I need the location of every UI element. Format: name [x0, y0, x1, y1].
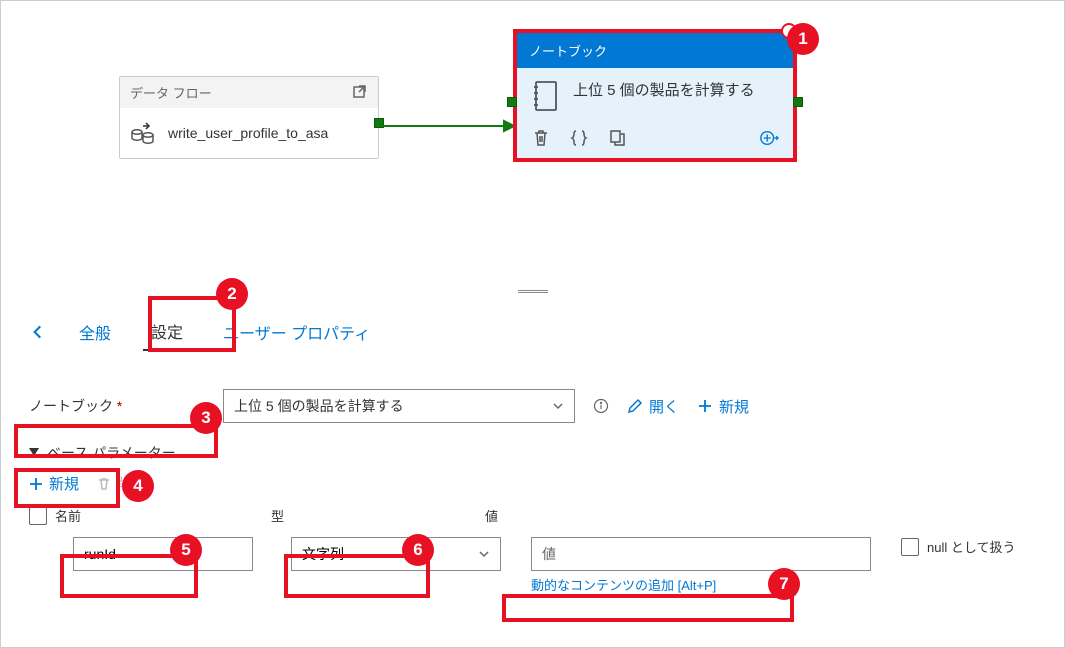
- parameter-toolbar: 新規 削除: [29, 473, 1036, 494]
- callout-badge-4: 4: [122, 470, 154, 502]
- notebook-select[interactable]: 上位 5 個の製品を計算する: [223, 389, 575, 423]
- notebook-select-value: 上位 5 個の製品を計算する: [234, 396, 404, 416]
- callout-badge-3: 3: [190, 402, 222, 434]
- notebook-type-label: ノートブック: [529, 41, 607, 60]
- callout-badge-7: 7: [768, 568, 800, 600]
- panel-resize-grip[interactable]: [518, 289, 548, 295]
- connector-line: [379, 111, 519, 141]
- add-activity-icon[interactable]: [759, 128, 779, 148]
- notebook-activity-name: 上位 5 個の製品を計算する: [573, 80, 755, 101]
- col-name-header: 名前: [55, 506, 241, 525]
- notebook-icon: [531, 80, 559, 112]
- delete-icon[interactable]: [531, 128, 551, 148]
- callout-box-7: [502, 594, 794, 622]
- new-notebook-button[interactable]: 新規: [697, 396, 749, 417]
- tab-general[interactable]: 全般: [71, 314, 119, 350]
- dataflow-activity-name: write_user_profile_to_asa: [168, 124, 328, 142]
- tab-user-properties[interactable]: ユーザー プロパティ: [215, 314, 378, 350]
- info-icon[interactable]: [593, 398, 609, 414]
- braces-icon[interactable]: [569, 128, 589, 148]
- notebook-activity-node[interactable]: ノートブック 上位 5 個の製品を計算する: [513, 29, 797, 162]
- dataflow-type-label: データ フロー: [130, 83, 212, 102]
- notebook-select-row: ノートブック * 上位 5 個の製品を計算する 開く 新規: [29, 389, 1036, 423]
- parameter-table-header: 名前 型 値: [29, 506, 1036, 525]
- select-all-checkbox[interactable]: [29, 507, 47, 525]
- notebook-field-label: ノートブック *: [29, 396, 205, 416]
- properties-panel: 全般 設定 ユーザー プロパティ 2 ノートブック * 上位 5 個の製品を計算…: [1, 291, 1064, 647]
- open-notebook-button[interactable]: 開く: [627, 396, 679, 417]
- dataflow-node-header: データ フロー: [120, 77, 378, 108]
- add-dynamic-content-link[interactable]: 動的なコンテンツの追加 [Alt+P]: [531, 575, 871, 594]
- back-icon[interactable]: [29, 323, 47, 341]
- callout-badge-2: 2: [216, 278, 248, 310]
- callout-badge-5: 5: [170, 534, 202, 566]
- null-label: null として扱う: [927, 537, 1015, 556]
- copy-icon[interactable]: [607, 128, 627, 148]
- col-type-header: 型: [271, 506, 455, 525]
- input-port[interactable]: [507, 97, 517, 107]
- open-external-icon[interactable]: [352, 83, 368, 102]
- col-value-header: 値: [485, 506, 805, 525]
- callout-badge-6: 6: [402, 534, 434, 566]
- dataflow-activity-node[interactable]: データ フロー write_user_profile_to_asa: [119, 76, 379, 159]
- treat-as-null[interactable]: null として扱う: [901, 537, 1015, 556]
- param-value-input[interactable]: 値: [531, 537, 871, 571]
- dataflow-icon: [130, 120, 156, 146]
- output-port[interactable]: [793, 97, 803, 107]
- callout-box-4: [14, 468, 120, 508]
- callout-badge-1: 1: [787, 23, 819, 55]
- null-checkbox[interactable]: [901, 538, 919, 556]
- pipeline-canvas[interactable]: データ フロー write_user_profile_to_asa ノートブック: [1, 1, 1064, 291]
- callout-box-3: [14, 424, 218, 458]
- notebook-node-header: ノートブック: [517, 33, 793, 68]
